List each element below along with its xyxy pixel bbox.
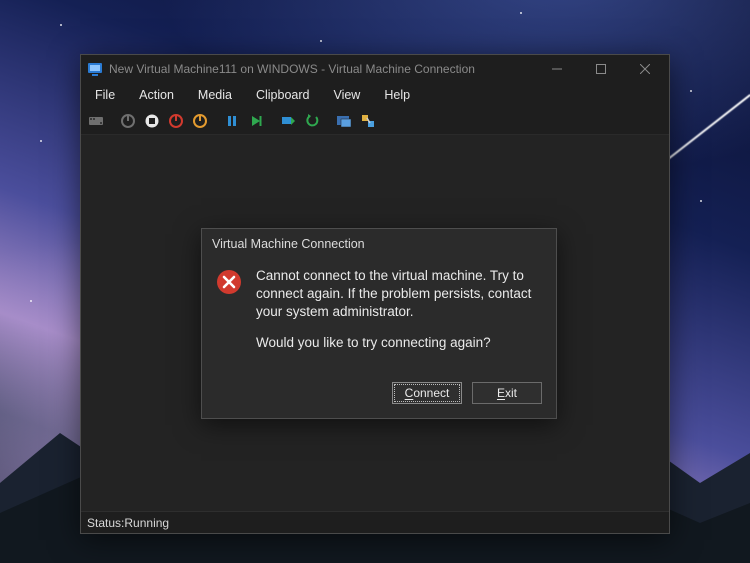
error-icon <box>216 267 244 364</box>
menu-file[interactable]: File <box>85 86 125 104</box>
error-dialog: Virtual Machine Connection Cannot connec… <box>201 228 557 419</box>
dialog-text: Cannot connect to the virtual machine. T… <box>256 267 538 364</box>
status-label: Status <box>87 516 124 530</box>
menubar: File Action Media Clipboard View Help <box>81 83 669 107</box>
dialog-title: Virtual Machine Connection <box>202 229 556 259</box>
menu-media[interactable]: Media <box>188 86 242 104</box>
window-title: New Virtual Machine111 on WINDOWS - Virt… <box>109 62 535 76</box>
titlebar[interactable]: New Virtual Machine111 on WINDOWS - Virt… <box>81 55 669 83</box>
close-button[interactable] <box>623 55 667 83</box>
status-value: Running <box>124 516 169 530</box>
ctrl-alt-del-icon[interactable] <box>85 110 107 132</box>
maximize-button[interactable] <box>579 55 623 83</box>
dialog-prompt: Would you like to try connecting again? <box>256 334 538 352</box>
menu-clipboard[interactable]: Clipboard <box>246 86 320 104</box>
dialog-message: Cannot connect to the virtual machine. T… <box>256 267 538 322</box>
statusbar: Status Running <box>81 511 669 533</box>
connect-button[interactable]: Connect <box>392 382 462 404</box>
checkpoint-icon[interactable] <box>277 110 299 132</box>
menu-view[interactable]: View <box>323 86 370 104</box>
share-icon[interactable] <box>357 110 379 132</box>
pause-icon[interactable] <box>221 110 243 132</box>
start-icon[interactable] <box>117 110 139 132</box>
content-area: Could not connect to 'New Virtual Machin… <box>81 135 669 511</box>
exit-button[interactable]: Exit <box>472 382 542 404</box>
enhanced-session-icon[interactable] <box>333 110 355 132</box>
shutdown-icon[interactable] <box>165 110 187 132</box>
vmconnect-window: New Virtual Machine111 on WINDOWS - Virt… <box>80 54 670 534</box>
revert-icon[interactable] <box>301 110 323 132</box>
menu-help[interactable]: Help <box>374 86 420 104</box>
save-icon[interactable] <box>189 110 211 132</box>
minimize-button[interactable] <box>535 55 579 83</box>
turnoff-icon[interactable] <box>141 110 163 132</box>
reset-icon[interactable] <box>245 110 267 132</box>
menu-action[interactable]: Action <box>129 86 184 104</box>
toolbar <box>81 107 669 135</box>
app-icon <box>87 61 103 77</box>
